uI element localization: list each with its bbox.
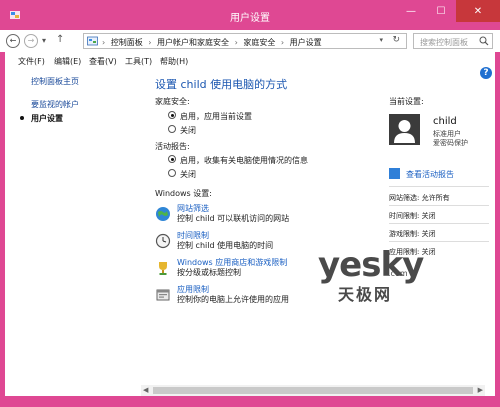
watermark-cn: 天极网 xyxy=(338,285,393,304)
recent-locations-chevron-icon[interactable]: ▾ xyxy=(42,36,46,45)
sidebar-item-user-settings[interactable]: 用户设置 xyxy=(31,113,63,124)
clock-icon xyxy=(155,233,171,249)
breadcrumb-separator: › xyxy=(280,38,285,47)
menu-view[interactable]: 查看(V) xyxy=(89,56,117,67)
user-password-status: 爱密码保护 xyxy=(433,139,468,147)
search-icon[interactable] xyxy=(479,36,489,46)
refresh-icon[interactable]: ↻ xyxy=(392,35,400,45)
control-panel-window: 用户设置 — ☐ ✕ ← → ▾ ↑ › 控制面板 › 用户帐户和家庭安全 › … xyxy=(0,0,500,407)
menu-tools[interactable]: 工具(T) xyxy=(125,56,152,67)
app-icon xyxy=(156,289,170,301)
divider xyxy=(389,223,489,224)
scrollbar-thumb[interactable] xyxy=(153,387,473,394)
store-games-limits-desc: 按分级或标题控制 xyxy=(177,268,241,277)
up-button[interactable]: ↑ xyxy=(56,34,64,45)
family-safety-off-radio[interactable] xyxy=(168,125,176,133)
breadcrumb-separator: › xyxy=(102,38,106,47)
menu-file[interactable]: 文件(F) xyxy=(18,56,45,67)
breadcrumb-separator: › xyxy=(234,38,238,47)
breadcrumb: › 控制面板 › 用户帐户和家庭安全 › 家庭安全 › 用户设置 xyxy=(102,37,322,48)
navigation-bar: ← → ▾ ↑ › 控制面板 › 用户帐户和家庭安全 › 家庭安全 › 用户设置… xyxy=(0,30,500,53)
forward-button[interactable]: → xyxy=(24,34,38,48)
trophy-icon xyxy=(159,262,167,275)
menu-help[interactable]: 帮助(H) xyxy=(160,56,188,67)
menu-edit[interactable]: 编辑(E) xyxy=(54,56,81,67)
control-panel-small-icon xyxy=(87,36,98,46)
watermark-main: yesky xyxy=(318,245,424,285)
breadcrumb-item-user-accounts[interactable]: 用户帐户和家庭安全 xyxy=(157,38,229,47)
watermark-logo: yesky .com 天极网 xyxy=(318,245,424,304)
breadcrumb-separator: › xyxy=(148,38,152,47)
user-silhouette-icon xyxy=(394,120,415,143)
breadcrumb-item-control-panel[interactable]: 控制面板 xyxy=(111,38,143,47)
title-bar[interactable]: 用户设置 — ☐ ✕ xyxy=(0,0,500,30)
close-button[interactable]: ✕ xyxy=(456,0,500,22)
window-border-right xyxy=(495,52,500,396)
page-title: 设置 child 使用电脑的方式 xyxy=(155,78,288,91)
address-dropdown-chevron-icon[interactable]: ▾ xyxy=(379,36,383,44)
view-activity-report-link[interactable]: 查看活动报告 xyxy=(406,169,454,180)
globe-icon xyxy=(156,207,170,221)
activity-report-on-label[interactable]: 启用，收集有关电脑使用情况的信息 xyxy=(180,155,308,166)
stat-time-limits: 时间限制: 关闭 xyxy=(389,212,436,220)
family-safety-on-radio[interactable] xyxy=(168,111,176,119)
divider xyxy=(389,186,489,187)
activity-report-off-label[interactable]: 关闭 xyxy=(180,169,196,180)
windows-settings-label: Windows 设置: xyxy=(155,189,212,198)
menu-bar: 文件(F) 编辑(E) 查看(V) 工具(T) 帮助(H) xyxy=(0,52,500,68)
web-filter-desc: 控制 child 可以联机访问的网站 xyxy=(177,214,290,223)
scroll-left-arrow-icon[interactable]: ◀ xyxy=(143,386,148,394)
sidebar-item-monitored-accounts[interactable]: 要监视的帐户 xyxy=(31,99,79,110)
window-border-bottom xyxy=(0,396,500,407)
activity-report-label: 活动报告: xyxy=(155,142,190,151)
search-input[interactable]: 搜索控制面板 xyxy=(413,33,493,49)
activity-report-off-radio[interactable] xyxy=(168,169,176,177)
stat-web-filter: 网站筛选: 允许所有 xyxy=(389,194,450,202)
app-limits-desc: 控制你的电脑上允许使用的应用 xyxy=(177,295,289,304)
time-limits-desc: 控制 child 使用电脑的时间 xyxy=(177,241,274,250)
family-safety-label: 家庭安全: xyxy=(155,97,190,106)
divider xyxy=(389,205,489,206)
breadcrumb-item-family-safety[interactable]: 家庭安全 xyxy=(243,38,275,47)
family-safety-on-label[interactable]: 启用，应用当前设置 xyxy=(180,111,252,122)
stat-game-limits: 游戏限制: 关闭 xyxy=(389,230,436,238)
horizontal-scrollbar[interactable]: ◀ ▶ xyxy=(141,385,485,396)
window-border-left xyxy=(0,52,5,396)
activity-report-icon xyxy=(389,168,400,179)
maximize-button[interactable]: ☐ xyxy=(426,0,456,22)
minimize-button[interactable]: — xyxy=(396,0,426,22)
search-placeholder: 搜索控制面板 xyxy=(420,38,468,47)
breadcrumb-item-user-settings[interactable]: 用户设置 xyxy=(290,38,322,47)
divider xyxy=(389,241,489,242)
current-settings-title: 当前设置: xyxy=(389,97,424,106)
activity-report-on-radio[interactable] xyxy=(168,155,176,163)
family-safety-off-label[interactable]: 关闭 xyxy=(180,125,196,136)
sidebar-item-control-panel-home[interactable]: 控制面板主页 xyxy=(31,76,79,87)
current-item-bullet-icon xyxy=(20,116,24,120)
scroll-right-arrow-icon[interactable]: ▶ xyxy=(478,386,483,394)
help-icon[interactable]: ? xyxy=(480,67,492,79)
user-avatar xyxy=(389,114,420,145)
user-name: child xyxy=(433,116,457,127)
address-bar[interactable]: › 控制面板 › 用户帐户和家庭安全 › 家庭安全 › 用户设置 ▾ ↻ xyxy=(83,33,407,49)
watermark-domain: .com xyxy=(388,269,408,278)
back-button[interactable]: ← xyxy=(6,34,20,48)
